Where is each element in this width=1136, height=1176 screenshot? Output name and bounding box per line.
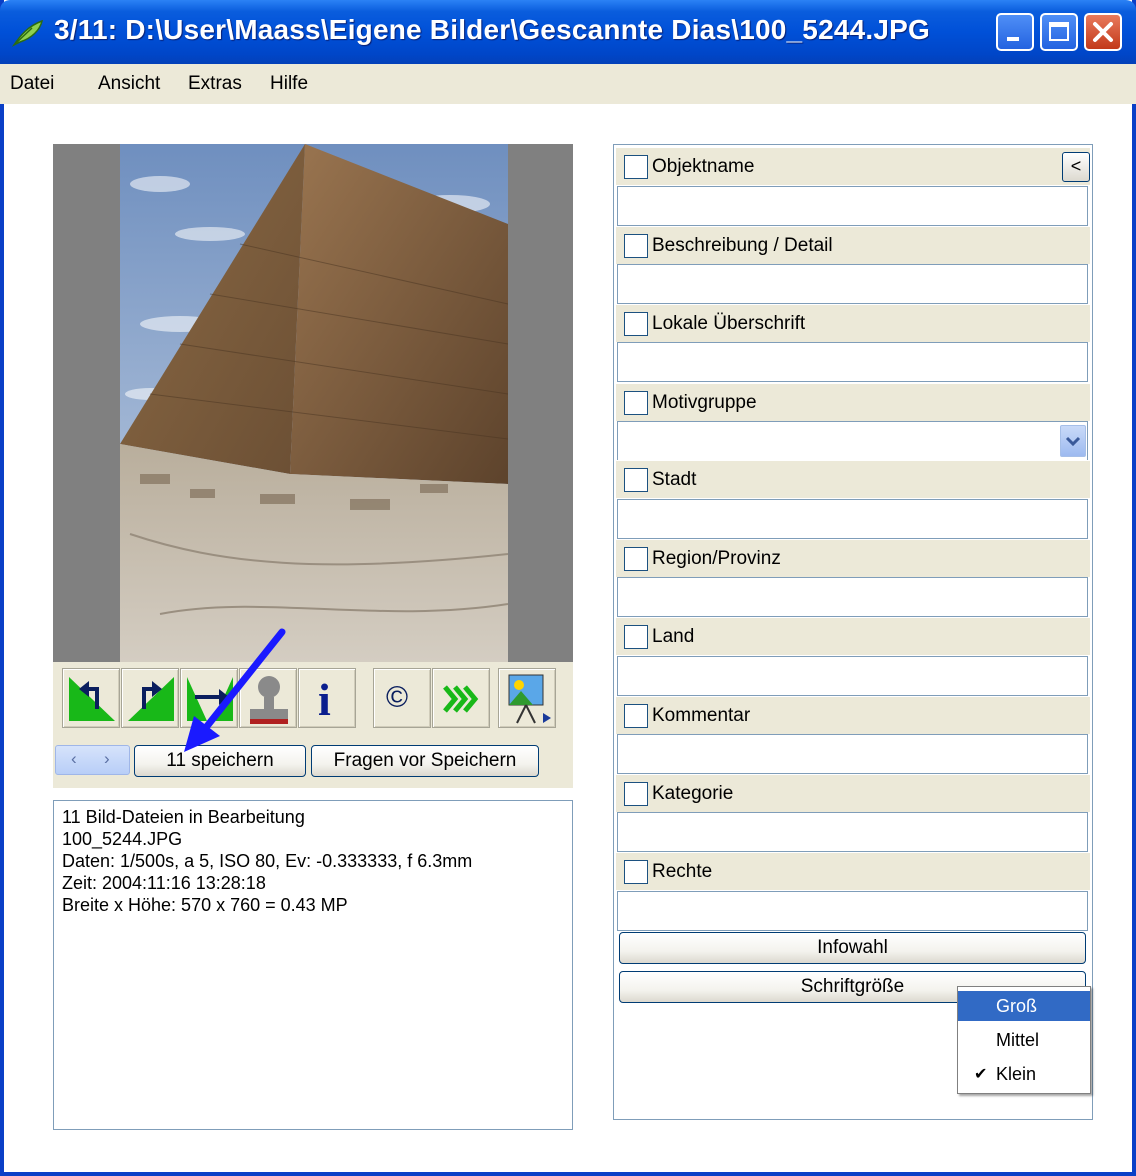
stamp-button[interactable] [239, 668, 297, 728]
rotate-left-icon [69, 677, 115, 721]
checkmark-icon: ✔ [974, 1066, 988, 1083]
rechte-checkbox[interactable] [624, 860, 648, 884]
menu-datei[interactable]: Datei [10, 73, 54, 95]
kommentar-input[interactable] [617, 734, 1088, 774]
window-title: 3/11: D:\User\Maass\Eigene Bilder\Gescan… [54, 14, 930, 45]
save-button[interactable]: 11 speichern [134, 745, 306, 777]
field-label: Objektname [652, 156, 755, 177]
motivgruppe-dropdown-button[interactable] [1060, 425, 1086, 457]
beschreibung-input[interactable] [617, 264, 1088, 304]
lokale-ueberschrift-input[interactable] [617, 342, 1088, 382]
land-checkbox[interactable] [624, 625, 648, 649]
menu-bar: Datei Ansicht Extras Hilfe [0, 64, 1136, 104]
ask-before-save-button[interactable]: Fragen vor Speichern [311, 745, 539, 777]
field-beschreibung: Beschreibung / Detail [616, 226, 1090, 264]
field-label: Kommentar [652, 705, 751, 726]
maximize-button[interactable] [1040, 13, 1078, 51]
chevron-down-icon [1065, 436, 1081, 447]
photo-image [120, 144, 508, 662]
file-info-box: 11 Bild-Dateien in Bearbeitung 100_5244.… [53, 800, 573, 1130]
feather-app-icon [11, 19, 44, 47]
field-objektname: Objektname [616, 147, 1090, 185]
info-icon: i [318, 674, 331, 725]
maximize-icon [1049, 22, 1069, 41]
minimize-button[interactable] [996, 13, 1034, 51]
rotate-right-icon [128, 677, 174, 721]
chevron-left-icon[interactable]: ‹ [71, 749, 77, 769]
menu-hilfe[interactable]: Hilfe [270, 73, 308, 95]
info-line: Zeit: 2004:11:16 13:28:18 [62, 873, 266, 893]
objektname-checkbox[interactable] [624, 155, 648, 179]
collapse-panel-button[interactable]: < [1062, 152, 1090, 182]
info-line: 100_5244.JPG [62, 829, 183, 849]
menu-item-mittel[interactable]: Mittel [958, 1025, 1090, 1055]
menu-ansicht[interactable]: Ansicht [98, 73, 160, 95]
lokale-ueberschrift-checkbox[interactable] [624, 312, 648, 336]
menu-item-klein[interactable]: ✔ Klein [958, 1059, 1090, 1089]
slideshow-button[interactable] [498, 668, 556, 728]
menu-item-gross[interactable]: Groß [958, 991, 1090, 1021]
stamp-icon [250, 676, 288, 724]
field-lokale-ueberschrift: Lokale Überschrift [616, 304, 1090, 342]
rotate-left-button[interactable] [62, 668, 120, 728]
field-label: Region/Provinz [652, 548, 781, 569]
motivgruppe-select[interactable] [617, 421, 1088, 461]
info-line: 11 Bild-Dateien in Bearbeitung [62, 807, 305, 827]
infowahl-button[interactable]: Infowahl [619, 932, 1086, 964]
field-label: Stadt [652, 469, 697, 490]
info-button[interactable]: i [298, 668, 356, 728]
forward-icon [443, 685, 479, 713]
info-line: Daten: 1/500s, a 5, ISO 80, Ev: -0.33333… [62, 851, 473, 871]
field-label: Lokale Überschrift [652, 313, 806, 334]
stadt-input[interactable] [617, 499, 1088, 539]
field-label: Rechte [652, 861, 713, 882]
pyramid-photo [120, 144, 508, 662]
kategorie-input[interactable] [617, 812, 1088, 852]
copyright-button[interactable]: © [373, 668, 431, 728]
close-icon [1093, 22, 1113, 42]
rotate-right-button[interactable] [121, 668, 179, 728]
field-label: Land [652, 626, 695, 647]
field-motivgruppe: Motivgruppe [616, 383, 1090, 421]
region-checkbox[interactable] [624, 547, 648, 571]
field-rechte: Rechte [616, 852, 1090, 890]
chevron-right-icon[interactable]: › [104, 749, 110, 769]
field-label: Beschreibung / Detail [652, 235, 833, 256]
slideshow-icon [508, 674, 551, 724]
prev-next-spinner[interactable]: ‹ › [55, 745, 130, 775]
font-size-menu: Groß Mittel ✔ Klein [957, 986, 1091, 1094]
minimize-icon [1007, 37, 1019, 41]
objektname-input[interactable] [617, 186, 1088, 226]
info-line: Breite x Höhe: 570 x 760 = 0.43 MP [62, 895, 348, 915]
field-kategorie: Kategorie [616, 774, 1090, 812]
beschreibung-checkbox[interactable] [624, 234, 648, 258]
field-label: Kategorie [652, 783, 734, 804]
kommentar-checkbox[interactable] [624, 704, 648, 728]
kategorie-checkbox[interactable] [624, 782, 648, 806]
copyright-icon: © [386, 681, 409, 714]
field-stadt: Stadt [616, 460, 1090, 498]
flip-button[interactable] [180, 668, 238, 728]
rechte-input[interactable] [617, 891, 1088, 931]
forward-button[interactable] [432, 668, 490, 728]
flip-icon [187, 677, 233, 721]
field-label: Motivgruppe [652, 392, 757, 413]
menu-extras[interactable]: Extras [188, 73, 242, 95]
stadt-checkbox[interactable] [624, 468, 648, 492]
field-land: Land [616, 617, 1090, 655]
land-input[interactable] [617, 656, 1088, 696]
region-input[interactable] [617, 577, 1088, 617]
close-button[interactable] [1084, 13, 1122, 51]
title-bar[interactable]: 3/11: D:\User\Maass\Eigene Bilder\Gescan… [0, 0, 1136, 64]
motivgruppe-checkbox[interactable] [624, 391, 648, 415]
field-region: Region/Provinz [616, 539, 1090, 577]
field-kommentar: Kommentar [616, 696, 1090, 734]
